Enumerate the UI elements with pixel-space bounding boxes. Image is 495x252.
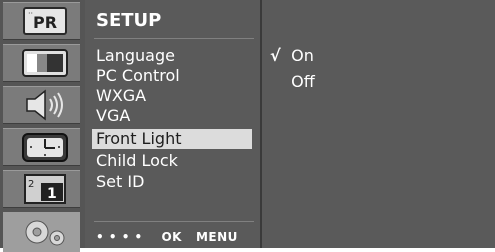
menu-footer: • • • • OK MENU bbox=[96, 230, 238, 244]
menu-key-hint: MENU bbox=[195, 230, 238, 244]
setup-menu: SETUP Language PC Control WXGA VGA Front… bbox=[88, 0, 262, 248]
svg-text:2: 2 bbox=[28, 179, 34, 190]
option-off-label: Off bbox=[291, 72, 315, 91]
menu-item-vga[interactable]: VGA bbox=[92, 106, 252, 126]
category-channel[interactable]: ·· PR bbox=[3, 2, 80, 40]
ok-key-hint: OK bbox=[161, 230, 182, 244]
channel-pr-icon: ·· PR bbox=[23, 7, 67, 35]
option-on[interactable]: √ On bbox=[270, 46, 314, 65]
menu-item-wxga[interactable]: WXGA bbox=[92, 86, 252, 106]
category-picture[interactable] bbox=[3, 44, 80, 82]
menu-item-set-id[interactable]: Set ID bbox=[92, 172, 252, 192]
front-light-options: √ On Off bbox=[262, 0, 495, 248]
picture-icon bbox=[22, 49, 68, 77]
svg-text:1: 1 bbox=[47, 186, 57, 202]
option-off[interactable]: Off bbox=[270, 72, 315, 91]
menu-item-front-light[interactable]: Front Light bbox=[92, 129, 252, 149]
category-setup[interactable] bbox=[3, 212, 80, 252]
menu-item-child-lock[interactable]: Child Lock bbox=[92, 151, 252, 171]
pip-icon: 2 1 bbox=[24, 174, 66, 204]
navigation-dots: • • • • bbox=[96, 230, 143, 244]
menu-item-pc-control[interactable]: PC Control bbox=[92, 66, 252, 86]
gear-setup-icon bbox=[25, 220, 65, 246]
checkmark-icon: √ bbox=[270, 46, 281, 65]
category-special[interactable]: 2 1 bbox=[3, 170, 80, 208]
clock-time-icon bbox=[22, 133, 68, 162]
category-time[interactable] bbox=[3, 128, 80, 166]
category-audio[interactable] bbox=[3, 86, 80, 124]
audio-speaker-icon bbox=[26, 89, 63, 121]
footer-divider bbox=[94, 221, 254, 222]
option-on-label: On bbox=[291, 46, 314, 65]
menu-title: SETUP bbox=[96, 10, 162, 31]
category-icon-bar: ·· PR 2 1 bbox=[0, 0, 85, 252]
menu-item-language[interactable]: Language bbox=[92, 46, 252, 66]
tv-osd-screen: ·· PR 2 1 SETUP Language PC Control WXGA… bbox=[0, 0, 495, 252]
title-divider bbox=[94, 38, 254, 39]
